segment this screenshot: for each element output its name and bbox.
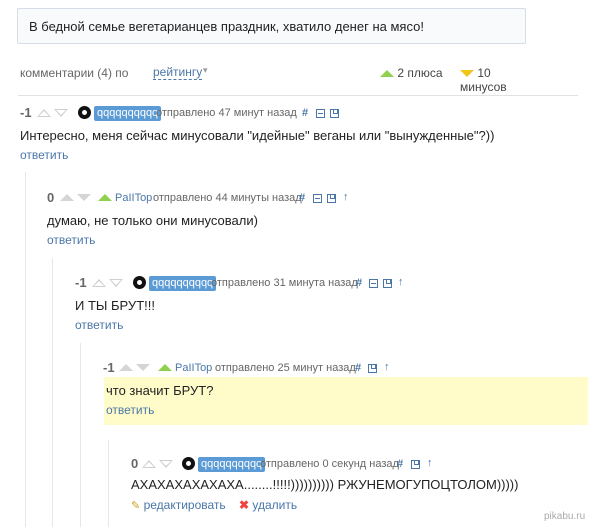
thread-line	[52, 258, 53, 527]
comment: 0 qqqqqqqqqq отправлено 0 секунд назад #…	[131, 456, 591, 512]
thread-line	[25, 172, 26, 527]
comment-header: -1 qqqqqqqqqq отправлено 47 минут назад …	[20, 105, 580, 121]
comment-text: АХАХАХАХАХАХА........!!!!!)))))))))) РЖУ…	[131, 477, 519, 492]
thread-line	[80, 343, 81, 527]
delete-icon[interactable]: ✖	[239, 498, 249, 512]
comment: 0 PaIITop отправлено 44 минуты назад # ↑…	[47, 190, 577, 249]
permalink-icon[interactable]: #	[302, 107, 308, 119]
permalink-icon[interactable]: #	[299, 192, 305, 204]
sort-dropdown[interactable]: рейтингу	[153, 66, 203, 80]
story-title-box: В бедной семье вегетарианцев праздник, х…	[17, 8, 526, 44]
comment-actions: ✎ редактировать ✖ удалить	[131, 498, 591, 512]
comment-header: -1 PaIITop отправлено 25 минут назад # ↑	[103, 360, 583, 376]
comment-author[interactable]: qqqqqqqqqq	[149, 276, 217, 291]
save-icon[interactable]	[327, 194, 336, 203]
comment-author[interactable]: qqqqqqqqqq	[94, 106, 162, 121]
comment-author[interactable]: PaIITop	[175, 362, 212, 374]
plus-count-label: 2 плюса	[397, 66, 443, 80]
comment: -1 qqqqqqqqqq отправлено 31 минута назад…	[75, 275, 575, 334]
plus-count: 2 плюса	[380, 66, 443, 80]
comment-rating: 0	[131, 456, 139, 471]
parent-arrow-icon[interactable]: ↑	[427, 457, 433, 469]
comment-rating: -1	[20, 105, 32, 120]
comment-text: думаю, не только они минусовали)	[47, 213, 258, 228]
comment-text: что значит БРУТ?	[106, 383, 214, 398]
comment-meta: отправлено 25 минут назад	[215, 362, 356, 374]
collapse-icon[interactable]	[369, 279, 378, 288]
story-title: В бедной семье вегетарианцев праздник, х…	[29, 19, 424, 34]
collapse-icon[interactable]	[313, 194, 322, 203]
comment-meta: отправлено 0 секунд назад	[260, 458, 399, 470]
minus-count: 10 минусов	[460, 66, 520, 94]
avatar	[133, 276, 146, 289]
permalink-icon[interactable]: #	[355, 362, 361, 374]
comment-author[interactable]: PaIITop	[115, 192, 152, 204]
comment-rating: -1	[75, 275, 87, 290]
vote-down-icon[interactable]	[77, 194, 91, 201]
comment-meta: отправлено 47 минут назад	[156, 107, 297, 119]
save-icon[interactable]	[383, 279, 392, 288]
avatar	[182, 457, 195, 470]
comment-header: 0 qqqqqqqqqq отправлено 0 секунд назад #…	[131, 456, 591, 472]
comment-header: -1 qqqqqqqqqq отправлено 31 минута назад…	[75, 275, 575, 291]
comment-author[interactable]: qqqqqqqqqq	[198, 457, 266, 472]
permalink-icon[interactable]: #	[397, 458, 403, 470]
reply-link[interactable]: ответить	[47, 233, 95, 247]
vote-down-icon[interactable]	[159, 460, 173, 468]
avatar	[78, 106, 91, 119]
comment-header: 0 PaIITop отправлено 44 минуты назад # ↑	[47, 190, 577, 206]
comment: -1 PaIITop отправлено 25 минут назад # ↑…	[103, 360, 583, 419]
save-icon[interactable]	[368, 364, 377, 373]
comment-rating: 0	[47, 190, 55, 205]
delete-link[interactable]: удалить	[252, 498, 297, 512]
comment-meta: отправлено 44 минуты назад	[153, 192, 302, 204]
chevron-down-icon[interactable]: ▾	[203, 65, 208, 76]
thread-line	[108, 440, 109, 527]
comment: -1 qqqqqqqqqq отправлено 47 минут назад …	[20, 105, 580, 164]
pencil-icon[interactable]: ✎	[131, 500, 140, 512]
parent-arrow-icon[interactable]: ↑	[398, 276, 404, 288]
triangle-up-icon	[380, 70, 394, 78]
parent-arrow-icon[interactable]: ↑	[343, 191, 349, 203]
comment-text: Интересно, меня сейчас минусовали "идейн…	[20, 128, 495, 143]
comment-text: И ТЫ БРУТ!!!	[75, 298, 155, 313]
triangle-down-icon	[460, 70, 474, 78]
collapse-icon[interactable]	[316, 109, 325, 118]
comments-bar: комментарии (4) по рейтингу ▾ 2 плюса 10…	[20, 64, 520, 94]
comment-rating: -1	[103, 360, 115, 375]
vote-down-icon[interactable]	[54, 109, 68, 117]
comment-meta: отправлено 31 минута назад	[211, 277, 358, 289]
parent-arrow-icon[interactable]: ↑	[384, 361, 390, 373]
permalink-icon[interactable]: #	[356, 277, 362, 289]
vote-up-icon[interactable]	[37, 109, 51, 117]
edit-link[interactable]: редактировать	[144, 498, 226, 512]
comments-count-label: комментарии (4) по	[20, 66, 129, 80]
vote-up-icon[interactable]	[119, 364, 133, 371]
vote-down-icon[interactable]	[136, 364, 150, 371]
vote-up-icon[interactable]	[60, 194, 74, 201]
reply-link[interactable]: ответить	[103, 403, 154, 417]
user-rating-icon	[98, 194, 112, 201]
reply-link[interactable]: ответить	[75, 318, 123, 332]
user-rating-icon	[158, 364, 172, 371]
watermark: pikabu.ru	[544, 511, 586, 522]
vote-down-icon[interactable]	[109, 279, 123, 287]
save-icon[interactable]	[411, 460, 420, 469]
reply-link[interactable]: ответить	[20, 148, 68, 162]
vote-up-icon[interactable]	[142, 460, 156, 468]
vote-up-icon[interactable]	[92, 279, 106, 287]
save-icon[interactable]	[330, 109, 339, 118]
divider	[18, 95, 578, 96]
